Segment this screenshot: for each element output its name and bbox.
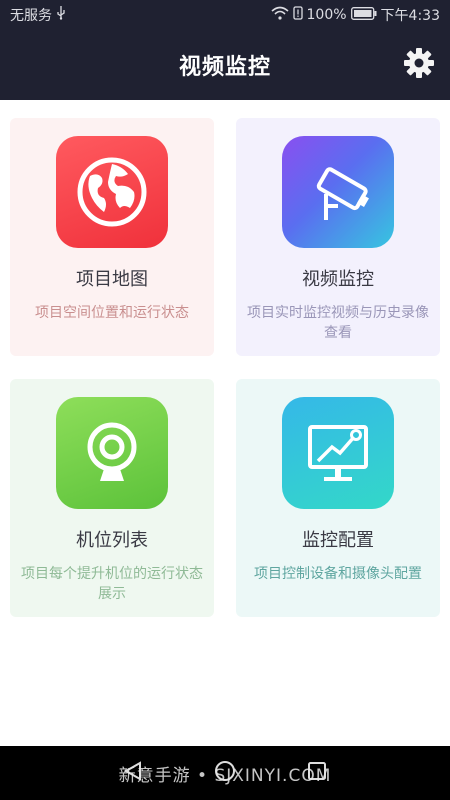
settings-button[interactable] [402,48,436,82]
webcam-icon [56,397,168,509]
app-header: 视频监控 [0,30,450,100]
card-title: 机位列表 [76,530,148,551]
alert-phone-icon [292,6,303,24]
globe-icon [56,136,168,248]
page-title: 视频监控 [178,55,271,80]
card-video-monitoring[interactable]: 视频监控 项目实时监控视频与历史录像查看 [236,118,440,356]
card-title: 项目地图 [76,269,148,290]
wifi-icon [270,6,289,24]
usb-icon [56,6,66,24]
battery-percent: 100% [306,7,347,23]
status-left: 无服务 [10,5,66,25]
watermark-text: 新意手游 • SJXINYI.COM [118,766,332,786]
monitor-chart-icon [282,397,394,509]
status-bar: 无服务 100% 下午4:33 [0,0,450,30]
card-station-list[interactable]: 机位列表 项目每个提升机位的运行状态展示 [10,379,214,617]
card-project-map[interactable]: 项目地图 项目空间位置和运行状态 [10,118,214,356]
card-title: 视频监控 [302,269,374,290]
card-title: 监控配置 [302,530,374,551]
clock: 下午4:33 [380,8,440,24]
card-description: 项目实时监控视频与历史录像查看 [247,305,429,341]
card-monitor-config[interactable]: 监控配置 项目控制设备和摄像头配置 [236,379,440,617]
status-right: 100% 下午4:33 [270,5,440,25]
card-description: 项目空间位置和运行状态 [35,305,189,321]
carrier-label: 无服务 [10,8,52,24]
camera-icon [282,136,394,248]
gear-icon [403,47,435,83]
battery-icon [350,6,377,24]
navigation-bar: 新意手游 • SJXINYI.COM [0,746,450,800]
card-description: 项目控制设备和摄像头配置 [254,566,422,582]
card-description: 项目每个提升机位的运行状态展示 [21,566,203,602]
